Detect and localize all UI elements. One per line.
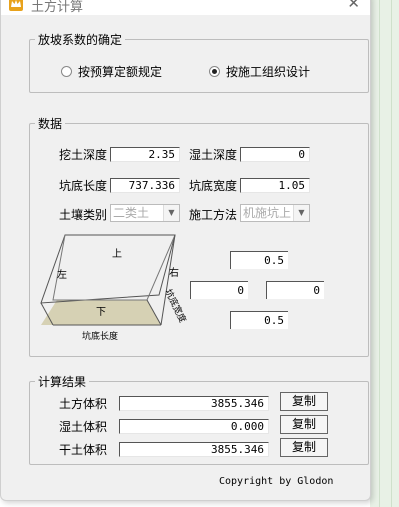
pit-diagram: 上 左 右 下 坑底长度 坑底宽度 [40, 234, 187, 342]
soil-type-label: 土壤类别 [59, 208, 108, 222]
dry-volume-label: 干土体积 [59, 443, 108, 457]
diagram-label-top: 上 [112, 248, 122, 260]
radio-dot [61, 66, 72, 77]
wet-volume-output: 0.000 [119, 419, 269, 434]
close-icon[interactable]: ✕ [347, 0, 360, 12]
soil-type-value: 二类土 [113, 206, 150, 220]
radio-dot-selected [209, 66, 220, 77]
pit-outline [40, 234, 176, 304]
slope-top-input[interactable]: 0.5 [230, 251, 288, 269]
radio-budget-quota[interactable]: 按预算定额规定 [61, 63, 162, 80]
data-group-legend: 数据 [38, 117, 63, 131]
earthwork-dialog: 土方计算 ✕ 放坡系数的确定 按预算定额规定 按施工组织设计 数据 挖土深度 2… [0, 0, 371, 501]
app-crown-icon [9, 0, 23, 11]
title-bar: 土方计算 ✕ [1, 0, 370, 15]
chevron-down-icon: ▼ [293, 205, 309, 221]
method-value: 机施坑上 [243, 206, 292, 220]
copy-earth-button[interactable]: 复制 [280, 392, 328, 411]
slope-bottom-input[interactable]: 0.5 [230, 311, 288, 329]
earth-volume-label: 土方体积 [59, 397, 108, 411]
diagram-label-left: 左 [57, 268, 67, 281]
wet-depth-label: 湿土深度 [189, 148, 238, 162]
method-select[interactable]: 机施坑上 ▼ [240, 204, 310, 222]
chevron-down-icon: ▼ [163, 205, 179, 221]
soil-type-select[interactable]: 二类土 ▼ [110, 204, 180, 222]
dry-volume-output: 3855.346 [119, 442, 269, 457]
diagram-label-bottom: 下 [96, 307, 106, 318]
earth-volume-output: 3855.346 [119, 396, 269, 411]
background-window [370, 0, 399, 507]
pit-length-label: 坑底长度 [59, 179, 108, 193]
wet-volume-label: 湿土体积 [59, 420, 108, 434]
slope-group: 放坡系数的确定 [29, 31, 369, 93]
radio-label: 按预算定额规定 [78, 65, 163, 79]
slope-group-legend: 放坡系数的确定 [38, 33, 123, 47]
copy-wet-button[interactable]: 复制 [280, 415, 328, 434]
method-label: 施工方法 [189, 208, 238, 222]
copy-dry-button[interactable]: 复制 [280, 438, 328, 457]
copyright-text: Copyright by Glodon [219, 476, 334, 487]
radio-construction-design[interactable]: 按施工组织设计 [209, 63, 310, 80]
dig-depth-input[interactable]: 2.35 [110, 147, 180, 162]
radio-label: 按施工组织设计 [226, 65, 311, 79]
pit-length-input[interactable]: 737.336 [110, 178, 180, 193]
diagram-label-length: 坑底长度 [82, 330, 118, 342]
wet-depth-input[interactable]: 0 [240, 147, 310, 162]
diagram-label-width: 坑底宽度 [162, 287, 187, 325]
pit-width-input[interactable]: 1.05 [240, 178, 310, 193]
window-title: 土方计算 [31, 0, 84, 15]
results-group-legend: 计算结果 [38, 375, 87, 389]
slope-right-input[interactable]: 0 [266, 281, 324, 299]
pit-width-label: 坑底宽度 [189, 179, 238, 193]
diagram-label-right: 右 [169, 266, 179, 279]
pit-inner-edge [52, 234, 176, 301]
slope-left-input[interactable]: 0 [190, 281, 248, 299]
dig-depth-label: 挖土深度 [59, 148, 108, 162]
